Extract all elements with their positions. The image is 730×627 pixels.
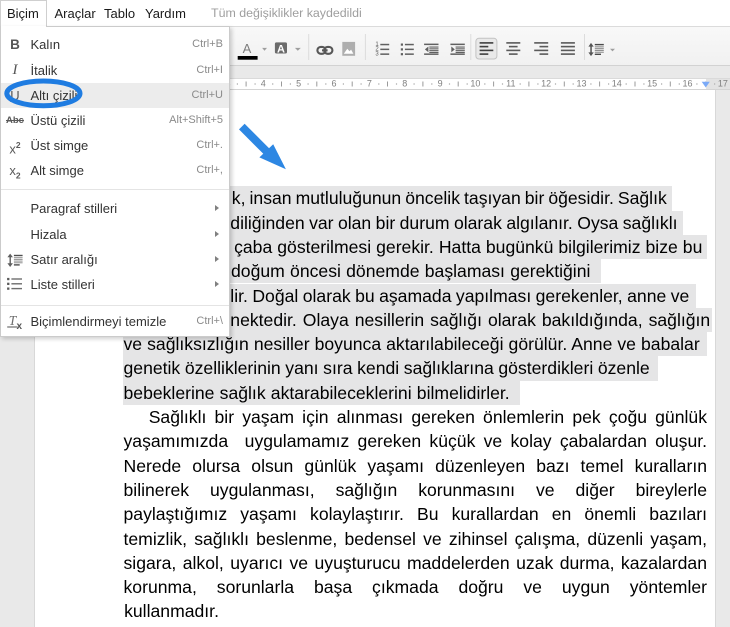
svg-text:10: 10 [470, 79, 480, 89]
svg-text:11: 11 [506, 79, 515, 89]
svg-text:9: 9 [438, 79, 443, 89]
svg-text:8: 8 [402, 79, 407, 89]
svg-text:A: A [277, 44, 285, 56]
svg-text:15: 15 [647, 79, 657, 89]
svg-text:5: 5 [296, 79, 301, 89]
svg-text:3: 3 [375, 51, 379, 57]
svg-text:x: x [17, 321, 23, 332]
svg-text:4: 4 [261, 79, 266, 89]
svg-text:14: 14 [612, 79, 622, 89]
svg-text:12: 12 [541, 79, 551, 89]
svg-text:A: A [243, 41, 252, 56]
svg-text:13: 13 [576, 79, 586, 89]
svg-text:7: 7 [367, 79, 372, 89]
svg-text:16: 16 [682, 79, 692, 89]
svg-text:6: 6 [331, 79, 336, 89]
svg-text:17: 17 [718, 79, 728, 89]
